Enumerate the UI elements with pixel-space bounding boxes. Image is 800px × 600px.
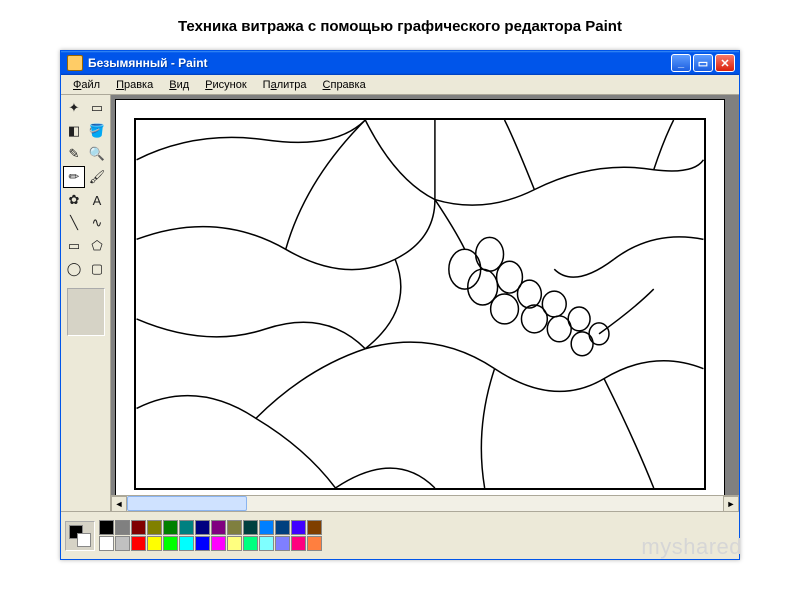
color-swatch[interactable] bbox=[115, 536, 130, 551]
color-swatch[interactable] bbox=[99, 520, 114, 535]
color-box bbox=[61, 511, 739, 559]
color-swatch[interactable] bbox=[259, 536, 274, 551]
magnifier-tool[interactable]: 🔍 bbox=[86, 143, 108, 165]
close-button[interactable]: ✕ bbox=[715, 54, 735, 72]
scroll-track[interactable] bbox=[127, 496, 723, 511]
color-swatch[interactable] bbox=[163, 536, 178, 551]
menu-рисунок[interactable]: Рисунок bbox=[197, 77, 255, 93]
maximize-button[interactable]: ▭ bbox=[693, 54, 713, 72]
minimize-button[interactable]: _ bbox=[671, 54, 691, 72]
color-swatch[interactable] bbox=[307, 536, 322, 551]
menu-вид[interactable]: Вид bbox=[161, 77, 197, 93]
menu-правка[interactable]: Правка bbox=[108, 77, 161, 93]
color-swatch[interactable] bbox=[195, 520, 210, 535]
polygon-tool[interactable]: ⬠ bbox=[86, 235, 108, 257]
brush-tool[interactable]: 🖌 bbox=[86, 166, 108, 188]
color-swatch[interactable] bbox=[275, 520, 290, 535]
color-swatch[interactable] bbox=[211, 520, 226, 535]
curve-tool[interactable]: ∿ bbox=[86, 212, 108, 234]
background-swatch[interactable] bbox=[77, 533, 91, 547]
rectangle-tool[interactable]: ▭ bbox=[63, 235, 85, 257]
eyedropper-tool[interactable]: ✎ bbox=[63, 143, 85, 165]
fill-tool[interactable]: 🪣 bbox=[86, 120, 108, 142]
color-swatch[interactable] bbox=[195, 536, 210, 551]
color-swatch[interactable] bbox=[115, 520, 130, 535]
airbrush-tool[interactable]: ✿ bbox=[63, 189, 85, 211]
color-palette bbox=[99, 520, 322, 551]
toolbox: ✦▭◧🪣✎🔍✏🖌✿A╲∿▭⬠◯▢ bbox=[61, 95, 111, 511]
ellipse-tool[interactable]: ◯ bbox=[63, 258, 85, 280]
color-swatch[interactable] bbox=[259, 520, 274, 535]
menu-палитра[interactable]: Палитра bbox=[255, 77, 315, 93]
text-tool[interactable]: A bbox=[86, 189, 108, 211]
color-swatch[interactable] bbox=[243, 520, 258, 535]
menubar: ФайлПравкаВидРисунокПалитраСправка bbox=[61, 75, 739, 95]
pencil-tool[interactable]: ✏ bbox=[63, 166, 85, 188]
horizontal-scrollbar[interactable]: ◄ ► bbox=[111, 495, 739, 511]
line-tool[interactable]: ╲ bbox=[63, 212, 85, 234]
color-swatch[interactable] bbox=[179, 520, 194, 535]
color-swatch[interactable] bbox=[211, 536, 226, 551]
color-swatch[interactable] bbox=[291, 536, 306, 551]
paint-window: Безымянный - Paint _ ▭ ✕ ФайлПравкаВидРи… bbox=[60, 50, 740, 560]
color-swatch[interactable] bbox=[163, 520, 178, 535]
app-icon bbox=[67, 55, 83, 71]
color-swatch[interactable] bbox=[227, 520, 242, 535]
color-swatch[interactable] bbox=[227, 536, 242, 551]
scroll-right-button[interactable]: ► bbox=[723, 496, 739, 511]
color-swatch[interactable] bbox=[243, 536, 258, 551]
color-swatch[interactable] bbox=[147, 520, 162, 535]
color-swatch[interactable] bbox=[147, 536, 162, 551]
color-swatch[interactable] bbox=[131, 536, 146, 551]
color-swatch[interactable] bbox=[179, 536, 194, 551]
color-swatch[interactable] bbox=[291, 520, 306, 535]
scroll-thumb[interactable] bbox=[127, 496, 247, 511]
free-select-tool[interactable]: ✦ bbox=[63, 97, 85, 119]
rounded-rect-tool[interactable]: ▢ bbox=[86, 258, 108, 280]
color-swatch[interactable] bbox=[99, 536, 114, 551]
slide-title: Техника витража с помощью графического р… bbox=[0, 0, 800, 47]
drawing-canvas[interactable] bbox=[115, 99, 725, 495]
scroll-left-button[interactable]: ◄ bbox=[111, 496, 127, 511]
color-swatch[interactable] bbox=[131, 520, 146, 535]
menu-справка[interactable]: Справка bbox=[315, 77, 374, 93]
menu-файл[interactable]: Файл bbox=[65, 77, 108, 93]
color-swatch[interactable] bbox=[307, 520, 322, 535]
canvas-viewport bbox=[111, 95, 739, 495]
titlebar[interactable]: Безымянный - Paint _ ▭ ✕ bbox=[61, 51, 739, 75]
eraser-tool[interactable]: ◧ bbox=[63, 120, 85, 142]
stained-glass-artwork bbox=[136, 120, 704, 488]
current-colors[interactable] bbox=[65, 521, 95, 551]
window-title: Безымянный - Paint bbox=[88, 56, 671, 70]
tool-options-panel bbox=[67, 288, 105, 336]
rect-select-tool[interactable]: ▭ bbox=[86, 97, 108, 119]
color-swatch[interactable] bbox=[275, 536, 290, 551]
